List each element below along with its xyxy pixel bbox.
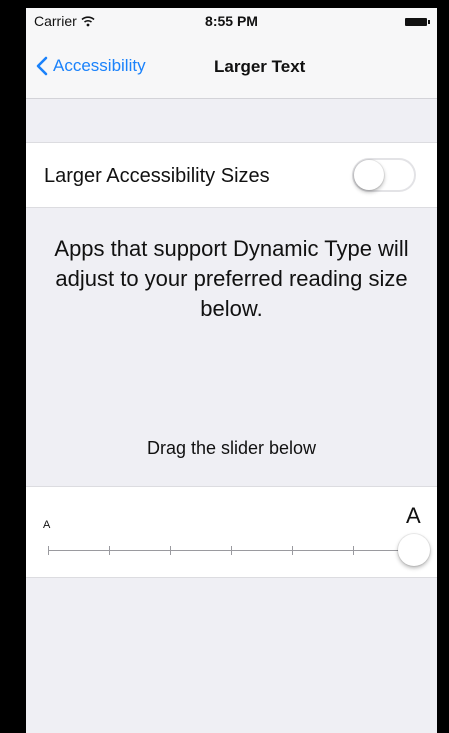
slider-tick [353, 546, 354, 555]
larger-sizes-cell: Larger Accessibility Sizes [26, 142, 437, 208]
toggle-knob [354, 160, 384, 190]
slider-tick [109, 546, 110, 555]
slider-tick [48, 546, 49, 555]
status-time: 8:55 PM [205, 13, 258, 29]
status-bar: Carrier 8:55 PM [26, 8, 437, 36]
back-button-label: Accessibility [53, 56, 146, 75]
small-text-label: A [43, 519, 51, 531]
slider-tick [170, 546, 171, 555]
larger-sizes-toggle[interactable] [352, 158, 416, 192]
navigation-bar: Accessibility Larger Text [26, 36, 437, 99]
back-button[interactable]: Accessibility [36, 56, 146, 76]
slider-thumb[interactable] [398, 534, 430, 566]
slider-tick [231, 546, 232, 555]
battery-icon [405, 18, 430, 26]
text-size-slider[interactable] [48, 534, 430, 566]
slider-hint: Drag the slider below [146, 438, 317, 458]
chevron-left-icon [36, 56, 48, 76]
dynamic-type-description: Apps that support Dynamic Type will adju… [54, 236, 409, 321]
slider-tick [292, 546, 293, 555]
phone-screen: Carrier 8:55 PM Accessibility Larger Tex… [26, 8, 437, 733]
large-text-label: A [406, 503, 421, 528]
larger-sizes-label: Larger Accessibility Sizes [44, 165, 270, 187]
text-size-slider-cell: A A [26, 486, 437, 578]
page-title: Larger Text [214, 57, 306, 76]
